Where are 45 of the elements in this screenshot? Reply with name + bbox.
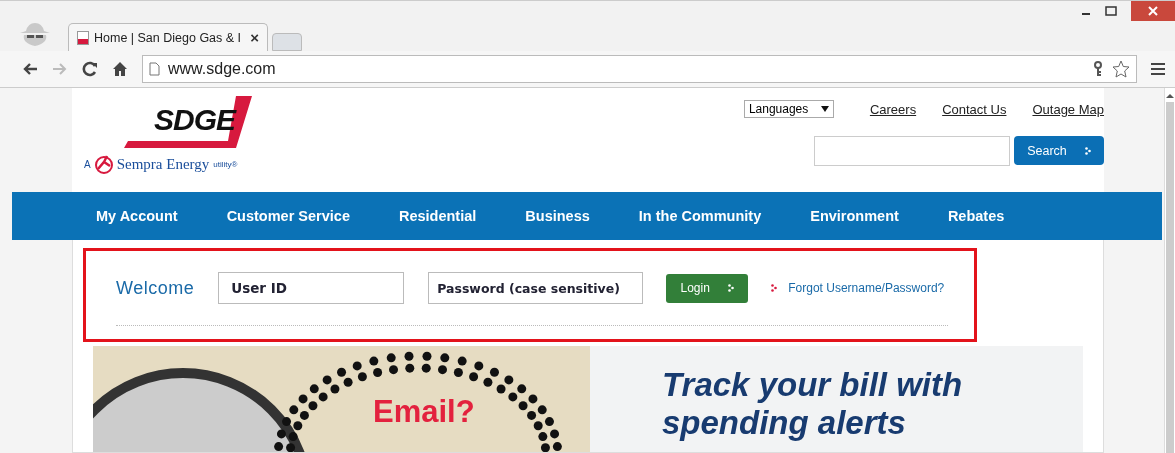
- home-icon[interactable]: [112, 61, 128, 77]
- nav-link[interactable]: Residential: [398, 208, 477, 224]
- user-id-field[interactable]: User ID: [218, 272, 405, 304]
- nav-link[interactable]: In the Community: [638, 208, 762, 224]
- window-close-button[interactable]: [1131, 1, 1175, 21]
- login-button[interactable]: Login: [666, 273, 749, 303]
- search-button[interactable]: Search: [1014, 136, 1104, 165]
- bullet-icon: [771, 284, 778, 292]
- header-link[interactable]: Careers: [869, 101, 917, 117]
- tab-title: Home | San Diego Gas & I: [94, 30, 243, 45]
- nav-link[interactable]: My Account: [96, 208, 178, 224]
- promo-banner[interactable]: Email? Track your bill with spending alerts: [93, 346, 1083, 452]
- forgot-password-link[interactable]: Forgot Username/Password?: [788, 281, 945, 295]
- dots-arrow-icon: [727, 284, 734, 292]
- nav-link[interactable]: Environment: [810, 208, 899, 224]
- banner-callout-text: Email?: [373, 394, 475, 430]
- languages-dropdown[interactable]: Languages: [743, 100, 834, 118]
- menu-icon[interactable]: [1151, 63, 1165, 75]
- browser-tab[interactable]: Home | San Diego Gas & I ×: [68, 23, 268, 51]
- nav-link[interactable]: Customer Service: [226, 208, 350, 224]
- logo-company-name: Sempra Energy: [116, 155, 210, 173]
- close-icon: [1148, 6, 1158, 16]
- url-text: www.sdge.com: [168, 60, 276, 78]
- runner-icon: [92, 154, 115, 174]
- welcome-label: Welcome: [116, 277, 195, 299]
- favicon-icon: [77, 30, 89, 45]
- page-icon: [149, 62, 160, 76]
- header-link[interactable]: Contact Us: [942, 101, 1007, 117]
- nav-link[interactable]: Rebates: [947, 208, 1005, 224]
- password-field[interactable]: Password (case sensitive): [428, 272, 644, 304]
- nav-link[interactable]: Business: [525, 208, 590, 224]
- dots-arrow-icon: [1084, 146, 1091, 155]
- back-icon[interactable]: [22, 62, 38, 76]
- logo-suffix: utility®: [213, 159, 238, 169]
- logo-prefix: A: [84, 158, 91, 170]
- dropdown-arrow-icon: [820, 106, 829, 112]
- header-link[interactable]: Outage Map: [1032, 101, 1104, 117]
- star-icon[interactable]: [1112, 60, 1130, 78]
- maximize-icon[interactable]: [1105, 6, 1117, 16]
- key-icon[interactable]: [1092, 61, 1104, 77]
- reload-icon[interactable]: [82, 61, 98, 77]
- search-field[interactable]: [814, 136, 1010, 166]
- address-bar[interactable]: www.sdge.com: [142, 55, 1137, 83]
- scrollbar[interactable]: [1164, 88, 1175, 453]
- banner-headline: Track your bill with spending alerts: [662, 366, 964, 442]
